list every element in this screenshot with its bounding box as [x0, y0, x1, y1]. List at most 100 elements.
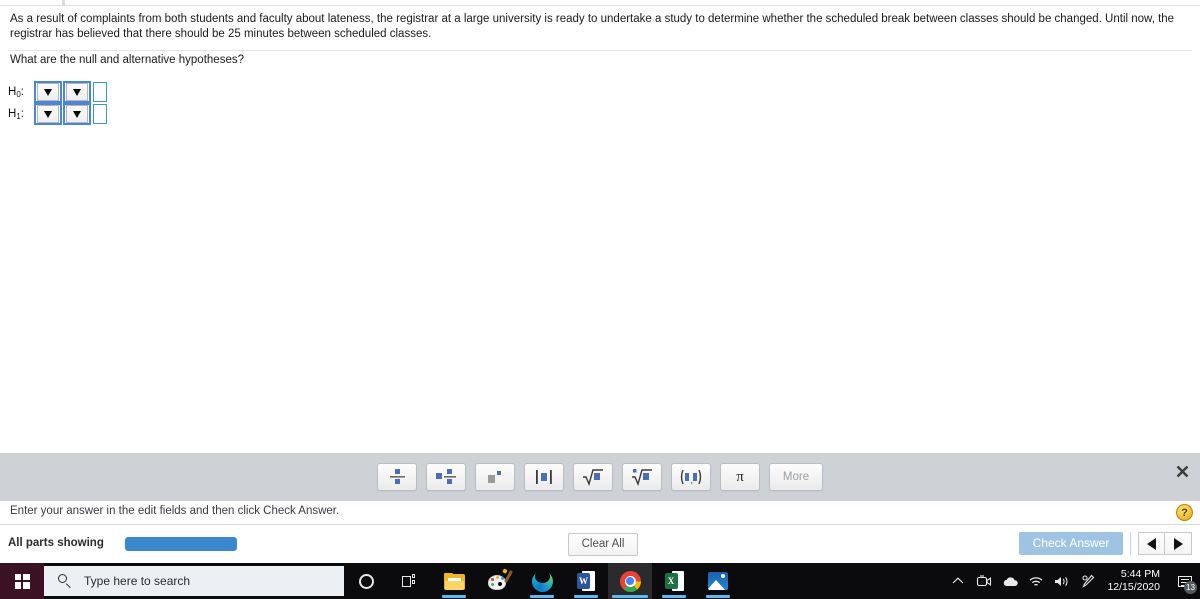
- square-root-icon: [583, 469, 603, 486]
- alternative-dropdown-1-cell[interactable]: [37, 105, 59, 123]
- open-indicator: [530, 595, 554, 598]
- null-dropdown-1[interactable]: [34, 81, 62, 103]
- notification-count-badge: 13: [1184, 581, 1197, 594]
- more-label: More: [782, 471, 810, 483]
- taskbar-clock[interactable]: 5:44 PM 12/15/2020: [1101, 568, 1170, 594]
- parts-showing-label: All parts showing: [8, 537, 104, 549]
- microsoft-word-button[interactable]: W: [564, 563, 608, 599]
- meet-now-button[interactable]: [971, 563, 997, 599]
- next-part-button[interactable]: [1165, 532, 1192, 555]
- footer-bar: All parts showing Clear All Check Answer: [0, 526, 1200, 563]
- square-root-button[interactable]: [573, 463, 613, 491]
- start-button[interactable]: [0, 563, 44, 599]
- interval-notation-icon: ,: [680, 469, 702, 485]
- question-panel: As a result of complaints from both stud…: [0, 7, 1200, 453]
- clear-all-button[interactable]: Clear All: [568, 533, 638, 556]
- mixed-fraction-button[interactable]: [426, 463, 466, 491]
- windows-taskbar: Type here to search W X 5:44 PM 12/15/20…: [0, 563, 1200, 599]
- network-button[interactable]: [1023, 563, 1049, 599]
- help-icon[interactable]: ?: [1176, 504, 1193, 521]
- parts-progress-bar: [125, 537, 237, 551]
- onedrive-button[interactable]: [997, 563, 1023, 599]
- speaker-icon: [1054, 576, 1068, 586]
- close-icon: [1176, 465, 1188, 478]
- pi-symbol-button[interactable]: π: [720, 463, 760, 491]
- taskbar-search-input[interactable]: Type here to search: [44, 566, 344, 596]
- alternative-dropdown-2[interactable]: [63, 103, 91, 125]
- close-palette-icon[interactable]: [1174, 465, 1190, 481]
- file-explorer-button[interactable]: [432, 563, 476, 599]
- alternative-dropdown-2-cell[interactable]: [66, 105, 88, 123]
- question-body-text: As a result of complaints from both stud…: [10, 13, 1175, 40]
- alternative-dropdown-1[interactable]: [34, 103, 62, 125]
- application-root: As a result of complaints from both stud…: [0, 0, 1200, 599]
- null-value-input[interactable]: [93, 82, 107, 102]
- null-dropdown-2-cell[interactable]: [66, 83, 88, 101]
- hypothesis-row-alternative: H1:: [8, 103, 107, 125]
- question-divider: [8, 50, 1192, 51]
- question-prompt-text: What are the null and alternative hypoth…: [10, 54, 244, 66]
- search-icon: [58, 574, 72, 588]
- chevron-down-icon: [44, 110, 52, 118]
- check-answer-button[interactable]: Check Answer: [1019, 532, 1123, 555]
- instruction-text: Enter your answer in the edit fields and…: [10, 505, 340, 517]
- pen-icon: [1082, 574, 1095, 588]
- file-explorer-icon: [443, 572, 465, 590]
- hypothesis-label-null: H0:: [8, 85, 24, 99]
- cortana-button[interactable]: [344, 563, 388, 599]
- null-dropdown-2[interactable]: [63, 81, 91, 103]
- absolute-value-button[interactable]: [524, 463, 564, 491]
- chevron-down-icon: [73, 88, 81, 96]
- math-palette-toolbar: , π More: [0, 453, 1200, 501]
- window-top-segment: [62, 0, 65, 5]
- google-chrome-icon: [619, 570, 641, 592]
- absolute-value-icon: [536, 470, 552, 484]
- hypothesis-label-alternative: H1:: [8, 107, 24, 121]
- task-view-button[interactable]: [388, 563, 432, 599]
- pen-menu-button[interactable]: [1075, 563, 1101, 599]
- chevron-down-icon: [73, 110, 81, 118]
- window-top-edge: [0, 0, 1200, 6]
- svg-text:,: ,: [691, 475, 694, 485]
- nav-separator: [1130, 532, 1131, 555]
- interval-notation-button[interactable]: ,: [671, 463, 711, 491]
- superscript-icon: [488, 471, 501, 483]
- null-dropdown-1-cell[interactable]: [37, 83, 59, 101]
- hypothesis-answer-block: H0: H1:: [8, 81, 107, 125]
- open-indicator: [662, 595, 686, 598]
- alternative-value-input[interactable]: [93, 104, 107, 124]
- wifi-icon: [1030, 576, 1043, 586]
- microsoft-edge-icon: [531, 569, 553, 592]
- onedrive-cloud-icon: [1003, 576, 1018, 586]
- system-tray: 5:44 PM 12/15/2020 13: [945, 563, 1200, 599]
- chevron-up-icon: [953, 577, 964, 584]
- nth-root-icon: [632, 469, 652, 486]
- paint-3d-button[interactable]: [476, 563, 520, 599]
- microsoft-word-icon: W: [577, 571, 595, 591]
- previous-part-button[interactable]: [1138, 532, 1165, 555]
- volume-button[interactable]: [1049, 563, 1075, 599]
- microsoft-edge-button[interactable]: [520, 563, 564, 599]
- chevron-down-icon: [44, 88, 52, 96]
- open-indicator: [574, 595, 598, 598]
- photos-button[interactable]: [696, 563, 740, 599]
- arrow-left-icon: [1147, 537, 1156, 550]
- more-palette-button[interactable]: More: [769, 463, 823, 491]
- notifications-button[interactable]: 13: [1170, 563, 1200, 599]
- photos-icon: [708, 572, 728, 590]
- clock-date: 12/15/2020: [1107, 581, 1160, 593]
- fraction-stacked-button[interactable]: [377, 463, 417, 491]
- nth-root-button[interactable]: [622, 463, 662, 491]
- active-indicator: [612, 595, 648, 598]
- microsoft-excel-button[interactable]: X: [652, 563, 696, 599]
- arrow-right-icon: [1173, 537, 1183, 550]
- superscript-button[interactable]: [475, 463, 515, 491]
- task-view-icon: [401, 574, 419, 588]
- instruction-bar: Enter your answer in the edit fields and…: [0, 501, 1200, 525]
- open-indicator: [442, 595, 466, 598]
- microsoft-excel-icon: X: [664, 571, 684, 591]
- show-hidden-icons-button[interactable]: [945, 563, 971, 599]
- parts-progress-fill: [125, 537, 237, 551]
- navigation-buttons: [1138, 532, 1192, 555]
- google-chrome-button[interactable]: [608, 563, 652, 599]
